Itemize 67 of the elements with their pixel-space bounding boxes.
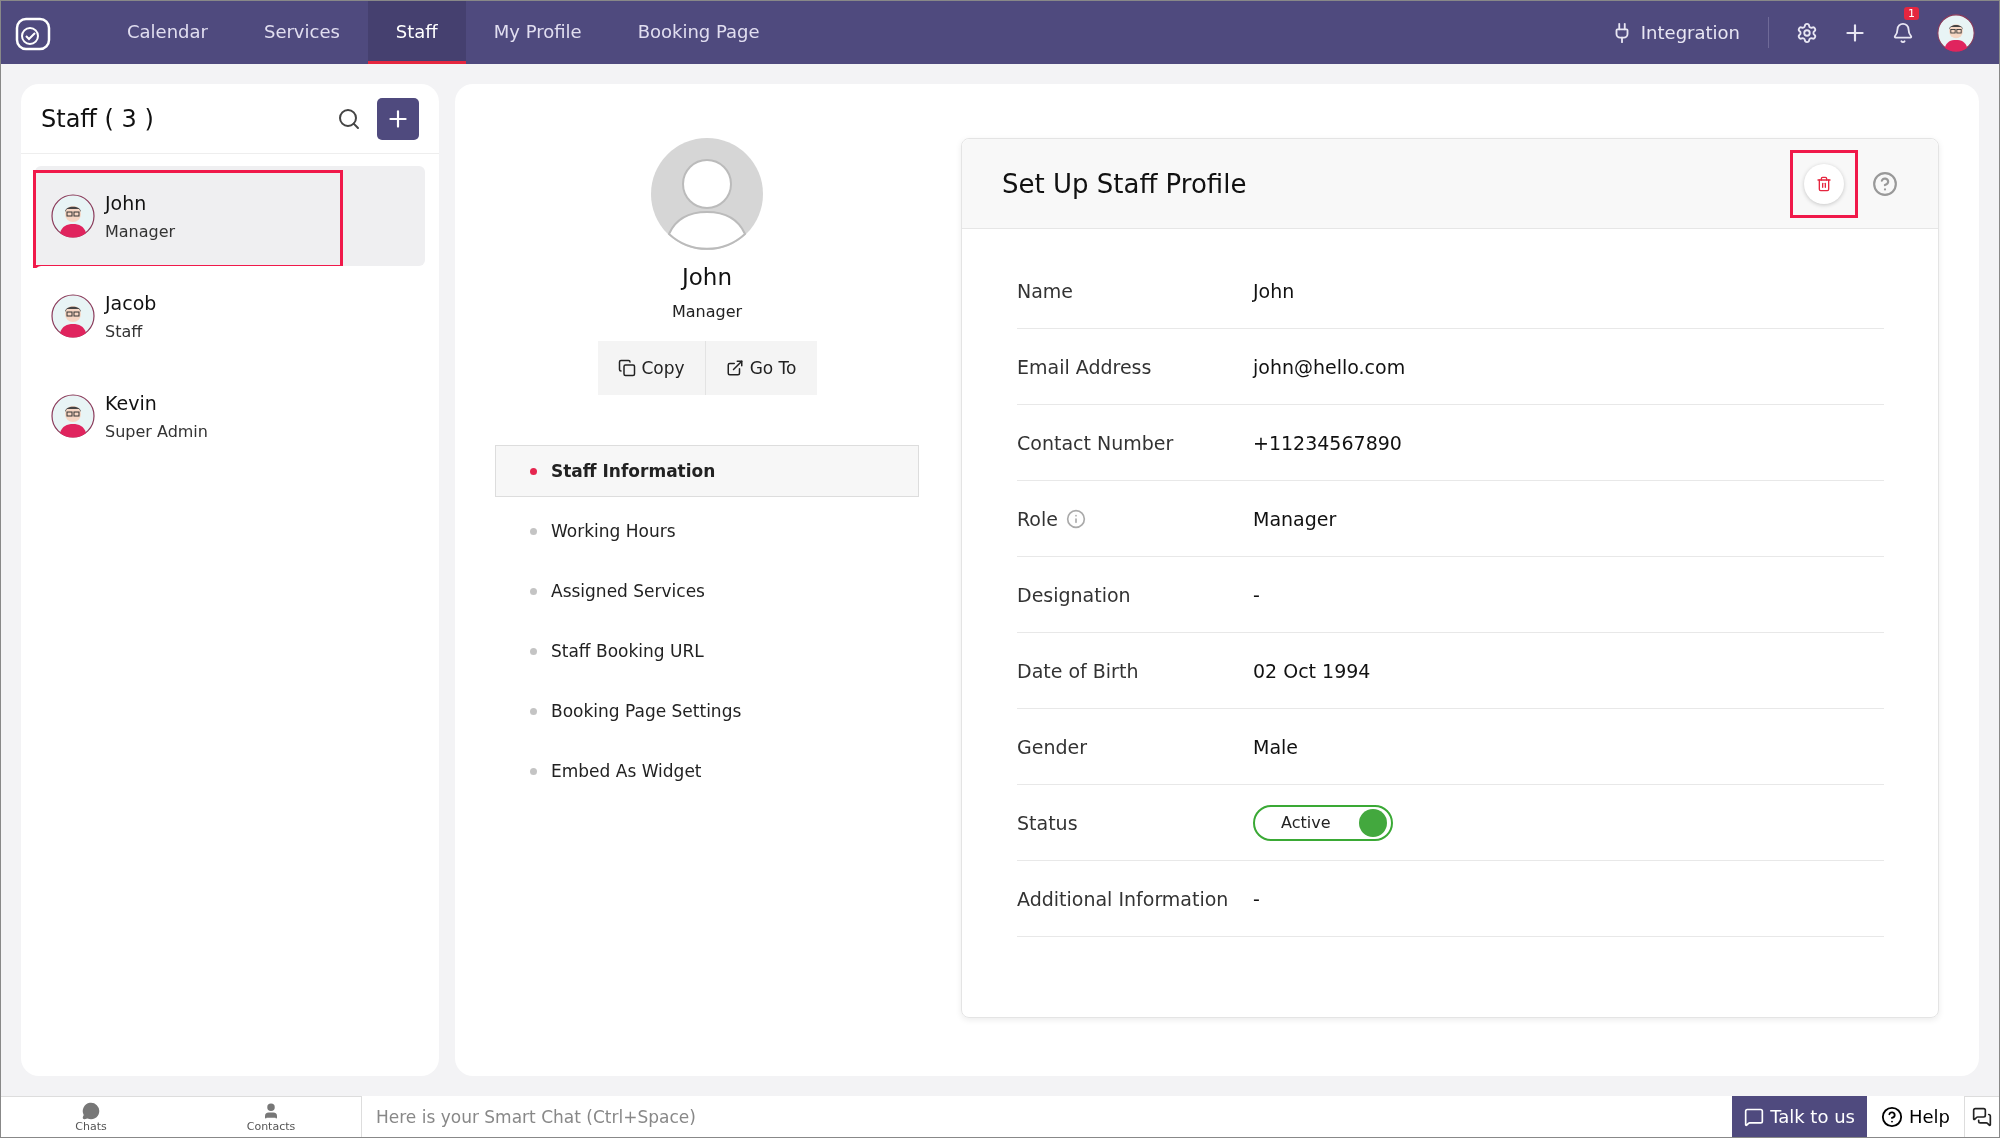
- chats-label[interactable]: Chats: [75, 1119, 107, 1133]
- external-link-icon: [725, 359, 744, 377]
- avatar-icon: [51, 394, 95, 438]
- staff-role: Manager: [105, 221, 176, 241]
- section-link[interactable]: Booking Page Settings: [495, 685, 919, 737]
- panel-title: Staff ( 3 ): [41, 104, 155, 133]
- smart-chat-field[interactable]: Here is your Smart Chat (Ctrl+Space): [361, 1096, 1733, 1137]
- help-button[interactable]: Help: [1866, 1096, 1965, 1137]
- avatar-icon: [51, 294, 95, 338]
- field-label: Name: [1017, 279, 1074, 302]
- staff-role: Staff: [105, 321, 144, 341]
- integration-link[interactable]: Integration: [1610, 17, 1769, 48]
- talk-to-us-button[interactable]: Talk to us: [1732, 1096, 1867, 1137]
- staff-name: John: [105, 191, 148, 214]
- nav-tab[interactable]: Staff: [367, 1, 466, 64]
- nav-tab[interactable]: Calendar: [99, 1, 236, 64]
- avatar-icon: [51, 194, 95, 238]
- add-staff-button[interactable]: [377, 97, 419, 140]
- staff-name: Kevin: [105, 391, 158, 414]
- settings-icon[interactable]: [1796, 21, 1818, 44]
- notification-count: 1: [1904, 7, 1919, 20]
- field-value: Manager: [1253, 507, 1337, 530]
- messages-icon[interactable]: [1972, 1107, 1992, 1127]
- field-label: Additional Information: [1017, 887, 1229, 910]
- field-label: Status: [1017, 811, 1078, 834]
- section-link[interactable]: Staff Information: [495, 445, 919, 497]
- notification-icon[interactable]: [1892, 21, 1914, 44]
- nav-tab[interactable]: Services: [235, 1, 368, 64]
- staff-role: Super Admin: [105, 421, 208, 441]
- field-label: Email Address: [1017, 355, 1152, 378]
- profile-role: Manager: [671, 302, 743, 321]
- contacts-icon[interactable]: [262, 1101, 280, 1120]
- user-avatar-icon: [1937, 13, 1975, 52]
- chat-bubble-icon: [1744, 1106, 1765, 1127]
- chats-icon[interactable]: [82, 1101, 100, 1120]
- field-label: Designation: [1017, 583, 1131, 606]
- status-toggle[interactable]: Active: [1253, 804, 1393, 841]
- section-link[interactable]: Embed As Widget: [495, 745, 919, 797]
- field-value: 02 Oct 1994: [1253, 659, 1371, 682]
- nav-tab[interactable]: My Profile: [465, 1, 610, 64]
- go-to-button[interactable]: Go To: [704, 341, 817, 395]
- help-icon[interactable]: [1872, 170, 1898, 197]
- copy-icon: [617, 359, 636, 377]
- field-label: Contact Number: [1017, 431, 1174, 454]
- field-label: Date of Birth: [1017, 659, 1139, 682]
- card-title: Set Up Staff Profile: [1002, 168, 1248, 199]
- contacts-label[interactable]: Contacts: [246, 1119, 296, 1133]
- field-value: +11234567890: [1253, 431, 1402, 454]
- field-label: Role: [1017, 507, 1058, 530]
- nav-tab[interactable]: Booking Page: [609, 1, 788, 64]
- staff-name: Jacob: [105, 291, 157, 314]
- delete-button[interactable]: [1804, 163, 1844, 204]
- field-label: Gender: [1017, 735, 1088, 758]
- field-value: john@hello.com: [1253, 355, 1406, 378]
- field-value: -: [1253, 583, 1260, 606]
- field-value: Male: [1253, 735, 1298, 758]
- profile-picture-icon: [651, 138, 763, 250]
- field-value: John: [1253, 279, 1295, 302]
- section-link[interactable]: Staff Booking URL: [495, 625, 919, 677]
- search-icon[interactable]: [337, 106, 361, 131]
- staff-item[interactable]: John Manager: [35, 166, 425, 266]
- section-link[interactable]: Working Hours: [495, 505, 919, 557]
- help-icon: [1880, 1105, 1903, 1128]
- trash-icon: [1816, 175, 1832, 192]
- section-link[interactable]: Assigned Services: [495, 565, 919, 617]
- profile-name: John: [682, 264, 732, 290]
- field-value: -: [1253, 887, 1260, 910]
